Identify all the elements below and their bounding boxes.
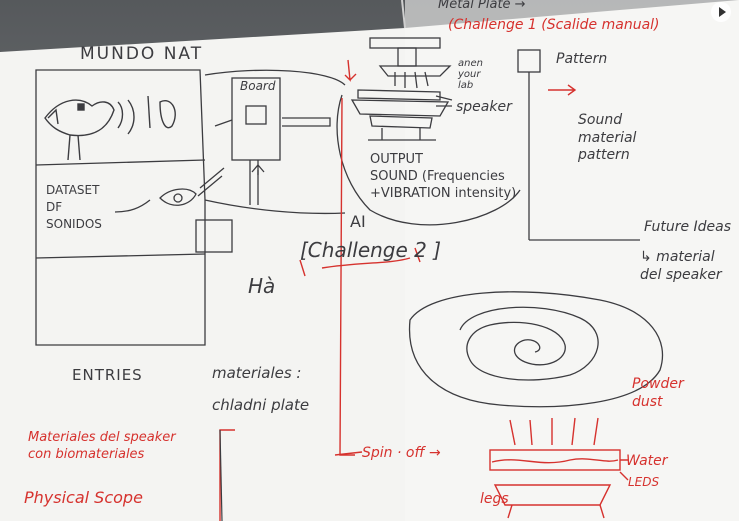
legs-label: legs bbox=[480, 491, 509, 507]
board-label: Board bbox=[240, 79, 276, 93]
spin-off-label: Spin · off → bbox=[362, 445, 441, 461]
leds-label: LEDS bbox=[628, 475, 660, 489]
chladni-label: chladni plate bbox=[212, 396, 310, 414]
sound-pattern-label: Sound material pattern bbox=[578, 112, 637, 163]
metal-plate-label: Metal Plate → bbox=[438, 0, 526, 12]
pattern-label: Pattern bbox=[556, 51, 608, 67]
physical-scope-label: Physical Scope bbox=[24, 488, 143, 507]
ha-label: Hà bbox=[248, 274, 276, 298]
entries-label: ENTRIES bbox=[72, 366, 143, 384]
future-ideas-label: Future Ideas bbox=[644, 219, 732, 235]
mundo-nat-title: MUNDO NAT bbox=[80, 44, 204, 64]
speaker-label: speaker bbox=[456, 99, 512, 115]
ai-label: AI bbox=[350, 212, 366, 231]
materiales-label: materiales : bbox=[212, 364, 302, 382]
anen-label: anen your lab bbox=[458, 58, 483, 91]
powder-dust-label: Powder dust bbox=[632, 376, 684, 410]
dataset-label: DATASET DF SONIDOS bbox=[46, 183, 102, 231]
materiales-speaker-label: Materiales del speaker con biomateriales bbox=[28, 430, 176, 462]
challenge-1-label: (Challenge 1 (Scalide manual) bbox=[448, 17, 660, 33]
material-speaker-label: ↳ material del speaker bbox=[640, 249, 722, 284]
play-icon[interactable] bbox=[711, 2, 731, 22]
challenge-2-label: [Challenge 2 ] bbox=[300, 238, 442, 262]
water-label: Water bbox=[626, 453, 668, 469]
output-sound-label: OUTPUT SOUND (Frequencies +VIBRATION int… bbox=[370, 152, 517, 201]
